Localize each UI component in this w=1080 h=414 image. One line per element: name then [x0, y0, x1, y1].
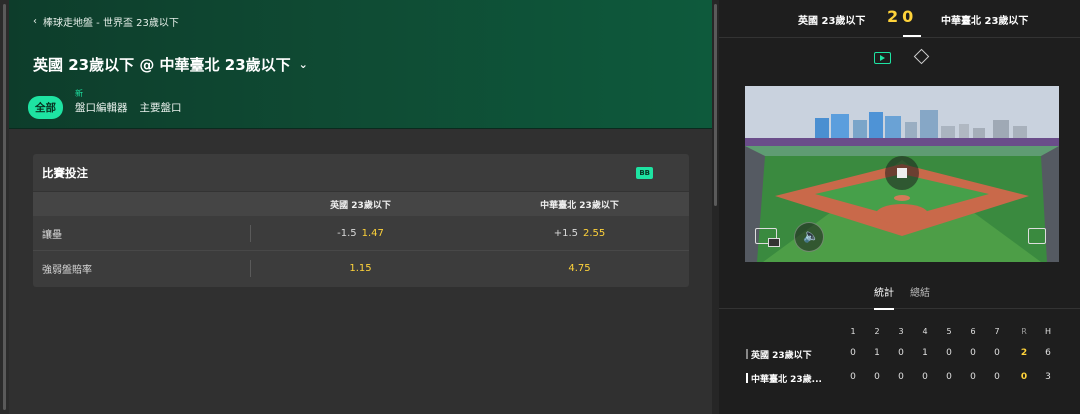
- box-score-header: 1 2 3 4 5 6 7 R H: [719, 323, 1080, 343]
- handicap-line: +1.5: [553, 227, 579, 239]
- tab-label: 盤口編輯器: [75, 102, 128, 114]
- inning-score: 0: [946, 348, 952, 358]
- tab-market-editor[interactable]: 新 盤口編輯器: [75, 89, 128, 115]
- inning-score: 0: [946, 372, 952, 382]
- tab-all[interactable]: 全部: [28, 96, 63, 119]
- scrollbar-thumb[interactable]: [714, 4, 717, 206]
- media-switcher: [719, 48, 1080, 68]
- match-title-text: 英國 23歲以下 @ 中華臺北 23歲以下: [33, 56, 291, 74]
- inning-header: 4: [922, 327, 928, 336]
- panel-scrollbar[interactable]: [712, 0, 719, 414]
- tv-icon[interactable]: [874, 52, 891, 64]
- home-score: 2: [887, 7, 903, 26]
- odds-price: 4.75: [568, 263, 591, 274]
- odds-button-home[interactable]: -1.5 1.47: [251, 228, 470, 239]
- tab-stats[interactable]: 統計: [874, 284, 894, 310]
- odds-row-handicap: 讓壘 -1.5 1.47 +1.5 2.55: [33, 216, 689, 251]
- inning-score: 0: [850, 348, 856, 358]
- column-headers: 英國 23歲以下 中華臺北 23歲以下: [33, 192, 689, 216]
- odds-price: 2.55: [583, 227, 606, 239]
- speaker-icon: 🔈: [803, 229, 820, 244]
- column-away: 中華臺北 23歲以下: [540, 200, 619, 211]
- column-home: 英國 23歲以下: [330, 200, 391, 211]
- card-header[interactable]: 比賽投注 BB: [33, 154, 689, 192]
- inning-score: 0: [850, 372, 856, 382]
- inning-header: 1: [850, 327, 856, 336]
- inning-score: 1: [922, 348, 928, 358]
- odds-price: 1.47: [361, 227, 384, 239]
- score: 20: [887, 7, 917, 26]
- chevron-left-icon: ‹: [33, 16, 37, 27]
- stats-tabs: 統計 總結: [719, 278, 1080, 310]
- odds-row-moneyline: 強弱盤賠率 1.15 4.75: [33, 251, 689, 286]
- inning-header: 3: [898, 327, 904, 336]
- runs-header: R: [1021, 327, 1027, 336]
- inning-score: 0: [994, 348, 1000, 358]
- tab-summary[interactable]: 總結: [910, 284, 930, 299]
- box-score: 1 2 3 4 5 6 7 R H 英國 23歲以下 0 1 0 1 0 0 0…: [719, 323, 1080, 391]
- inning-score: 0: [994, 372, 1000, 382]
- match-header: ‹ 棒球走地盤 - 世界盃 23歲以下 英國 23歲以下 @ 中華臺北 23歲以…: [9, 0, 712, 129]
- box-score-row: 英國 23歲以下 0 1 0 1 0 0 0 2 6: [719, 343, 1080, 367]
- live-panel: 英國 23歲以下 20 中華臺北 23歲以下 🔈 統計 總結 1 2 3 4 5…: [719, 0, 1080, 414]
- hits-total: 6: [1045, 348, 1051, 358]
- breadcrumb-text: 棒球走地盤 - 世界盃 23歲以下: [43, 18, 179, 29]
- tab-main-markets[interactable]: 主要盤口: [140, 100, 182, 115]
- inning-score: 0: [898, 348, 904, 358]
- main-content: ‹ 棒球走地盤 - 世界盃 23歲以下 英國 23歲以下 @ 中華臺北 23歲以…: [9, 0, 712, 414]
- away-team-name: 中華臺北 23歲以下: [941, 16, 1029, 27]
- chevron-down-icon: ⌄: [298, 58, 308, 71]
- match-title[interactable]: 英國 23歲以下 @ 中華臺北 23歲以下 ⌄: [33, 54, 308, 75]
- team-name: 英國 23歲以下: [746, 348, 812, 361]
- sound-button[interactable]: 🔈: [794, 222, 824, 252]
- box-score-row: 中華臺北 23歲... 0 0 0 0 0 0 0 0 3: [719, 367, 1080, 391]
- odds-button-home[interactable]: 1.15: [251, 263, 470, 274]
- scorebar: 英國 23歲以下 20 中華臺北 23歲以下: [719, 0, 1080, 38]
- inning-header: 7: [994, 327, 1000, 336]
- row-label: 讓壘: [33, 216, 251, 250]
- match-betting-card: 比賽投注 BB 英國 23歲以下 中華臺北 23歲以下 讓壘 -1.5 1.47 …: [33, 154, 689, 287]
- hits-header: H: [1044, 327, 1051, 336]
- inning-header: 2: [874, 327, 880, 336]
- inning-header: 6: [970, 327, 976, 336]
- card-title: 比賽投注: [42, 165, 88, 180]
- diamond-icon[interactable]: [913, 48, 930, 65]
- runs-total: 0: [1020, 372, 1028, 382]
- home-team-name: 英國 23歲以下: [798, 16, 866, 27]
- picture-in-picture-icon[interactable]: [755, 228, 780, 247]
- odds-button-away[interactable]: 4.75: [470, 263, 689, 274]
- inning-score: 0: [970, 348, 976, 358]
- score-underline: [903, 35, 921, 37]
- live-video[interactable]: 🔈: [745, 86, 1059, 262]
- fullscreen-icon[interactable]: [1028, 228, 1046, 244]
- bet-builder-badge: BB: [636, 166, 653, 179]
- runs-total: 2: [1020, 348, 1028, 358]
- inning-score: 0: [970, 372, 976, 382]
- stop-button[interactable]: [885, 156, 919, 190]
- market-tabs: 全部 新 盤口編輯器 主要盤口: [28, 89, 182, 119]
- inning-score: 0: [898, 372, 904, 382]
- inning-score: 0: [922, 372, 928, 382]
- handicap-line: -1.5: [337, 227, 357, 239]
- odds-button-away[interactable]: +1.5 2.55: [470, 228, 689, 239]
- breadcrumb[interactable]: ‹ 棒球走地盤 - 世界盃 23歲以下: [33, 14, 179, 29]
- hits-total: 3: [1045, 372, 1051, 382]
- row-label: 強弱盤賠率: [33, 251, 251, 286]
- odds-price: 1.15: [349, 263, 372, 274]
- inning-header: 5: [946, 327, 952, 336]
- left-scrollbar[interactable]: [0, 0, 9, 414]
- new-badge: 新: [75, 89, 83, 98]
- inning-score: 0: [874, 372, 880, 382]
- away-score: 0: [902, 7, 918, 26]
- scrollbar-thumb[interactable]: [3, 4, 6, 410]
- inning-score: 1: [874, 348, 880, 358]
- team-name: 中華臺北 23歲...: [746, 372, 822, 385]
